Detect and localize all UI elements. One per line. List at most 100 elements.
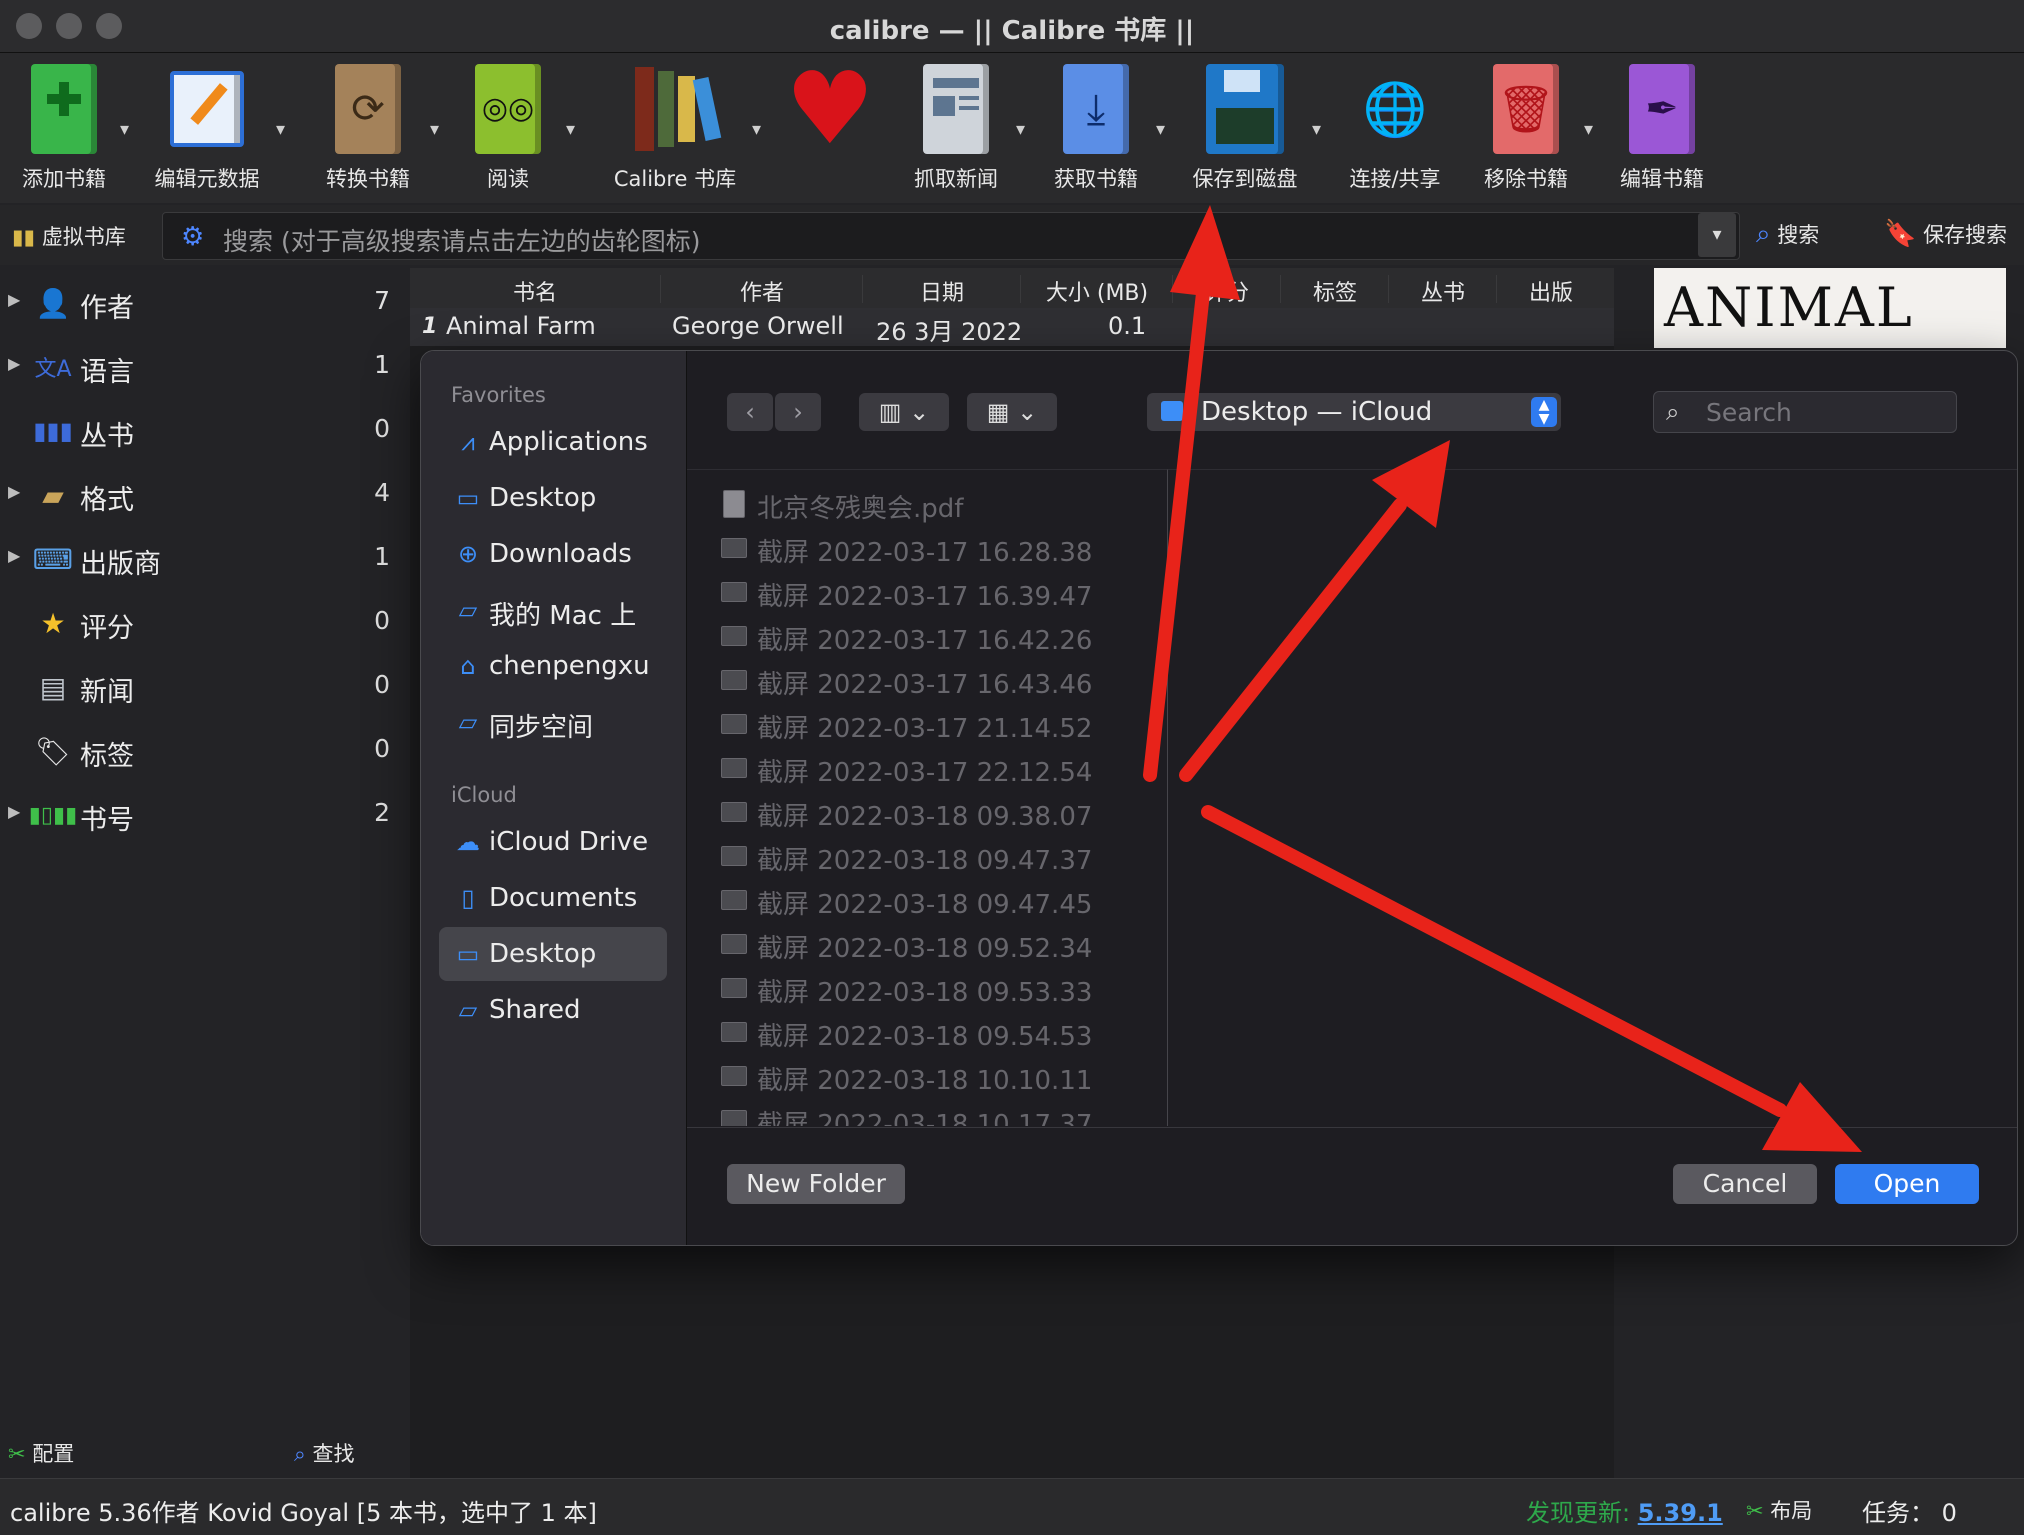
file-item[interactable]: 北京冬残奥会.pdf [687,482,1167,526]
column-header-title[interactable]: 书名 [410,275,661,306]
row-number: 1 [422,314,438,339]
image-file-icon [721,802,747,822]
book-cover[interactable]: ANIMAL FARM [1654,268,2006,348]
sidebar-item-on-my-mac[interactable]: ▱ 我的 Mac 上 [439,583,667,637]
file-item[interactable]: 截屏 2022-03-18 09.54.53 [687,1010,1167,1054]
file-item[interactable]: 截屏 2022-03-18 10.17.37 [687,1098,1167,1126]
sidebar-item-documents[interactable]: ▯ Documents [439,871,667,925]
group-by-button[interactable]: ▦ ⌄ [967,393,1057,431]
image-file-icon [721,538,747,558]
virtual-library-button[interactable]: ▮▮ 虚拟书库 [12,221,126,251]
remove-books-dropdown[interactable]: ▾ [1584,119,1593,140]
sidebar-item-sync-space[interactable]: ▱ 同步空间 [439,695,667,749]
dialog-search-input[interactable]: ⌕ Search [1653,391,1957,433]
donate-heart-button[interactable]: ♥ [782,59,878,159]
tag-category-rating[interactable]: ★ 评分 0 [0,598,400,648]
library-dropdown[interactable]: ▾ [752,119,761,140]
file-item[interactable]: 截屏 2022-03-17 16.28.38 [687,526,1167,570]
file-item[interactable]: 截屏 2022-03-18 09.52.34 [687,922,1167,966]
add-books-dropdown[interactable]: ▾ [120,119,129,140]
edit-book-button[interactable]: ✒ 编辑书籍 [1612,61,1712,193]
column-header-series[interactable]: 丛书 [1390,275,1497,306]
chevron-left-icon: ‹ [745,398,755,426]
expand-arrow-icon[interactable]: ▶ [8,482,20,501]
file-item[interactable]: 截屏 2022-03-18 09.53.33 [687,966,1167,1010]
tag-category-authors[interactable]: ▶ 👤 作者 7 [0,278,400,328]
sidebar-item-desktop[interactable]: ▭ Desktop [439,471,667,525]
save-to-disk-button[interactable]: 保存到磁盘 [1190,61,1300,193]
preview-column [1168,469,2017,1126]
file-item[interactable]: 截屏 2022-03-18 10.10.11 [687,1054,1167,1098]
sidebar-item-applications[interactable]: ⩘ Applications [439,415,667,469]
column-header-size[interactable]: 大小 (MB) [1022,275,1173,306]
tag-category-languages[interactable]: ▶ 文A 语言 1 [0,342,400,392]
book-size-cell: 0.1 [1108,312,1147,340]
table-row[interactable]: 1 Animal Farm George Orwell 26 3月 2022 0… [410,308,1614,346]
edit-metadata-button[interactable]: 编辑元数据 [152,61,262,193]
fetch-news-button[interactable]: 抓取新闻 [906,61,1006,193]
tag-category-formats[interactable]: ▶ ▰ 格式 4 [0,470,400,520]
tag-category-series[interactable]: ▮▮▮ 丛书 0 [0,406,400,456]
read-dropdown[interactable]: ▾ [566,119,575,140]
add-books-button[interactable]: 添加书籍 [14,61,114,193]
file-item[interactable]: 截屏 2022-03-17 16.43.46 [687,658,1167,702]
column-header-author[interactable]: 作者 [662,275,863,306]
search-input[interactable]: ⚙ 搜索 (对于高级搜索请点击左边的齿轮图标) [162,212,1740,260]
sidebar-item-icloud-desktop[interactable]: ▭ Desktop [439,927,667,981]
find-button[interactable]: ⌕ 查找 [294,1438,354,1468]
jobs-indicator[interactable]: 任务： 0 [1862,1493,1957,1528]
file-item[interactable]: 截屏 2022-03-17 16.39.47 [687,570,1167,614]
tag-category-tags[interactable]: 🏷 标签 0 [0,726,400,776]
open-button[interactable]: Open [1835,1164,1979,1204]
file-item[interactable]: 截屏 2022-03-17 22.12.54 [687,746,1167,790]
tag-category-identifiers[interactable]: ▶ ▮▯▮▮ 书号 2 [0,790,400,840]
layout-button[interactable]: ✂ 布局 [1746,1495,1812,1525]
fetch-news-dropdown[interactable]: ▾ [1016,119,1025,140]
save-to-disk-dropdown[interactable]: ▾ [1312,119,1321,140]
gear-icon[interactable]: ⚙ [181,222,204,252]
convert-books-button[interactable]: ⟳ 转换书籍 [318,61,418,193]
file-item[interactable]: 截屏 2022-03-18 09.47.37 [687,834,1167,878]
update-version-link[interactable]: 5.39.1 [1638,1499,1723,1527]
floppy-disk-icon [1206,64,1284,154]
expand-arrow-icon[interactable]: ▶ [8,802,20,821]
column-header-publisher[interactable]: 出版 [1498,275,1604,306]
view-mode-button[interactable]: ▥ ⌄ [859,393,949,431]
expand-arrow-icon[interactable]: ▶ [8,290,20,309]
new-folder-button[interactable]: New Folder [727,1164,905,1204]
column-header-tags[interactable]: 标签 [1282,275,1389,306]
get-books-dropdown[interactable]: ▾ [1156,119,1165,140]
sidebar-item-downloads[interactable]: ⊕ Downloads [439,527,667,581]
expand-arrow-icon[interactable]: ▶ [8,354,20,373]
read-button[interactable]: ◎◎ 阅读 [458,61,558,193]
sidebar-item-home[interactable]: ⌂ chenpengxu [439,639,667,693]
location-popup[interactable]: Desktop — iCloud ▲ ▼ [1147,393,1561,431]
back-button[interactable]: ‹ [727,393,773,431]
search-history-dropdown[interactable]: ▾ [1698,213,1736,257]
file-item[interactable]: 截屏 2022-03-18 09.47.45 [687,878,1167,922]
update-notice[interactable]: 发现更新: 5.39.1 [1526,1493,1723,1528]
get-books-button[interactable]: ⤓ 获取书籍 [1046,61,1146,193]
column-header-date[interactable]: 日期 [864,275,1021,306]
image-file-icon [721,582,747,602]
calibre-library-button[interactable]: Calibre 书库 [610,61,740,193]
sidebar-item-icloud-drive[interactable]: ☁ iCloud Drive [439,815,667,869]
convert-books-dropdown[interactable]: ▾ [430,119,439,140]
search-button[interactable]: ⌕ 搜索 [1756,219,1819,250]
column-header-rating[interactable]: 评分 [1174,275,1281,306]
tag-category-news[interactable]: ▤ 新闻 0 [0,662,400,712]
file-item[interactable]: 截屏 2022-03-18 09.38.07 [687,790,1167,834]
forward-button[interactable]: › [775,393,821,431]
remove-books-button[interactable]: 🗑 移除书籍 [1476,61,1576,193]
sidebar-item-shared[interactable]: ▱ Shared [439,983,667,1037]
cancel-button[interactable]: Cancel [1673,1164,1817,1204]
save-search-button[interactable]: 🔖 保存搜索 [1884,219,2007,249]
file-item[interactable]: 截屏 2022-03-17 16.42.26 [687,614,1167,658]
edit-metadata-dropdown[interactable]: ▾ [276,119,285,140]
file-item[interactable]: 截屏 2022-03-17 21.14.52 [687,702,1167,746]
tag-category-publishers[interactable]: ▶ ⌨ 出版商 1 [0,534,400,584]
connect-share-button[interactable]: 🌐 连接/共享 [1342,61,1448,193]
book-author-cell: George Orwell [672,312,844,340]
expand-arrow-icon[interactable]: ▶ [8,546,20,565]
configure-button[interactable]: ✂ 配置 [8,1438,74,1468]
